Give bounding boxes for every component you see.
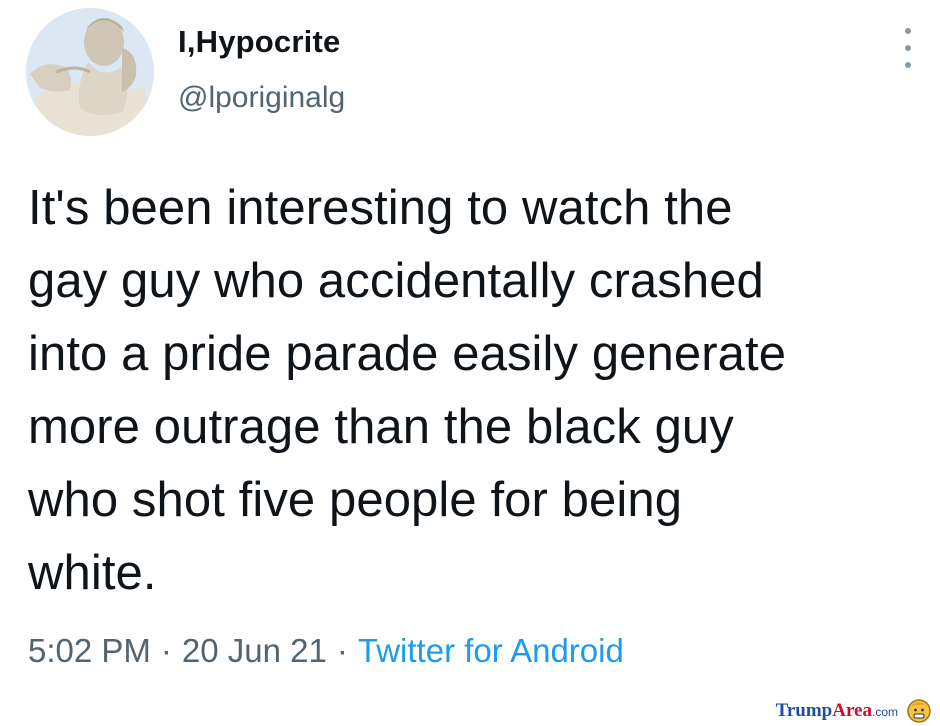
tweet-time[interactable]: 5:02 PM <box>28 632 151 669</box>
statue-avatar-icon <box>26 8 154 136</box>
author-handle[interactable]: @lporiginalg <box>178 81 345 115</box>
watermark-logo: TrumpArea.com <box>776 700 898 722</box>
tweet-meta: 5:02 PM · 20 Jun 21 · Twitter for Android <box>28 632 624 670</box>
tweet-text: It's been interesting to watch the gay g… <box>28 181 787 600</box>
more-vertical-icon[interactable] <box>896 28 920 68</box>
more-dot <box>905 28 911 34</box>
more-dot <box>905 62 911 68</box>
tweet-source-link[interactable]: Twitter for Android <box>358 632 624 669</box>
watermark-face-icon <box>907 699 931 723</box>
watermark-suffix: .com <box>871 705 898 719</box>
watermark-brand-part1: Trump <box>775 700 833 721</box>
avatar[interactable] <box>26 8 154 136</box>
meta-separator: · <box>336 632 348 669</box>
author-display-name[interactable]: I,Hypocrite <box>178 24 340 60</box>
more-dot <box>905 45 911 51</box>
tweet-date[interactable]: 20 Jun 21 <box>182 632 327 669</box>
meta-separator: · <box>160 632 172 669</box>
watermark-brand-part2: Area <box>832 700 872 721</box>
